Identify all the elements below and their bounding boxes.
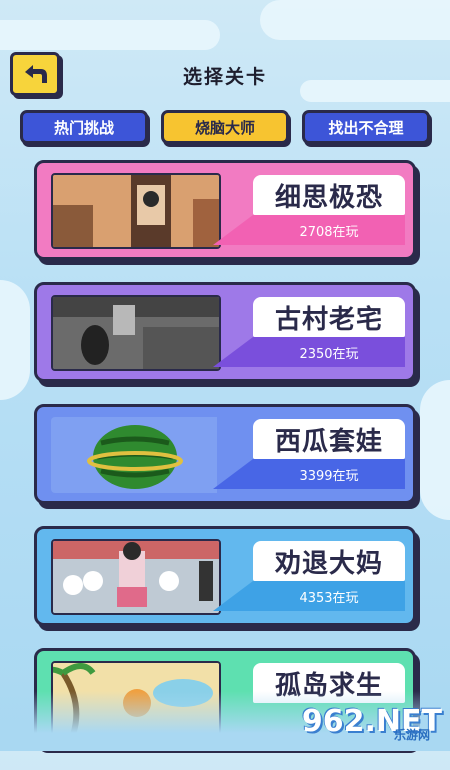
- tab-find-unreasonable[interactable]: 找出不合理: [302, 110, 430, 144]
- watermark-subtitle: 乐游网: [393, 728, 430, 742]
- player-count: 2708在玩: [253, 215, 405, 245]
- level-card[interactable]: 古村老宅 2350在玩: [34, 282, 416, 382]
- level-thumbnail: [51, 417, 221, 493]
- level-card[interactable]: 劝退大妈 4353在玩: [34, 526, 416, 626]
- level-name: 细思极恐: [253, 175, 405, 215]
- level-name: 西瓜套娃: [253, 419, 405, 459]
- page-title: 选择关卡: [182, 66, 267, 88]
- level-thumbnail: [51, 295, 221, 371]
- player-count: 4353在玩: [253, 581, 405, 611]
- level-thumbnail: [51, 173, 221, 249]
- player-count: 2350在玩: [253, 337, 405, 367]
- watermark: 962.NET 乐游网: [302, 704, 442, 742]
- tab-hot-challenge[interactable]: 热门挑战: [20, 110, 148, 144]
- category-tabs: 热门挑战 烧脑大师 找出不合理: [20, 110, 430, 144]
- level-card[interactable]: 西瓜套娃 3399在玩: [34, 404, 416, 504]
- level-name: 劝退大妈: [253, 541, 405, 581]
- tab-brain-master[interactable]: 烧脑大师: [161, 110, 289, 144]
- player-count: 3399在玩: [253, 459, 405, 489]
- level-name: 古村老宅: [253, 297, 405, 337]
- level-card[interactable]: 细思极恐 2708在玩: [34, 160, 416, 260]
- level-thumbnail: [51, 539, 221, 615]
- level-list: 细思极恐 2708在玩 古村老宅 2350在玩 西瓜套娃 3399在玩 劝退大妈…: [34, 160, 416, 770]
